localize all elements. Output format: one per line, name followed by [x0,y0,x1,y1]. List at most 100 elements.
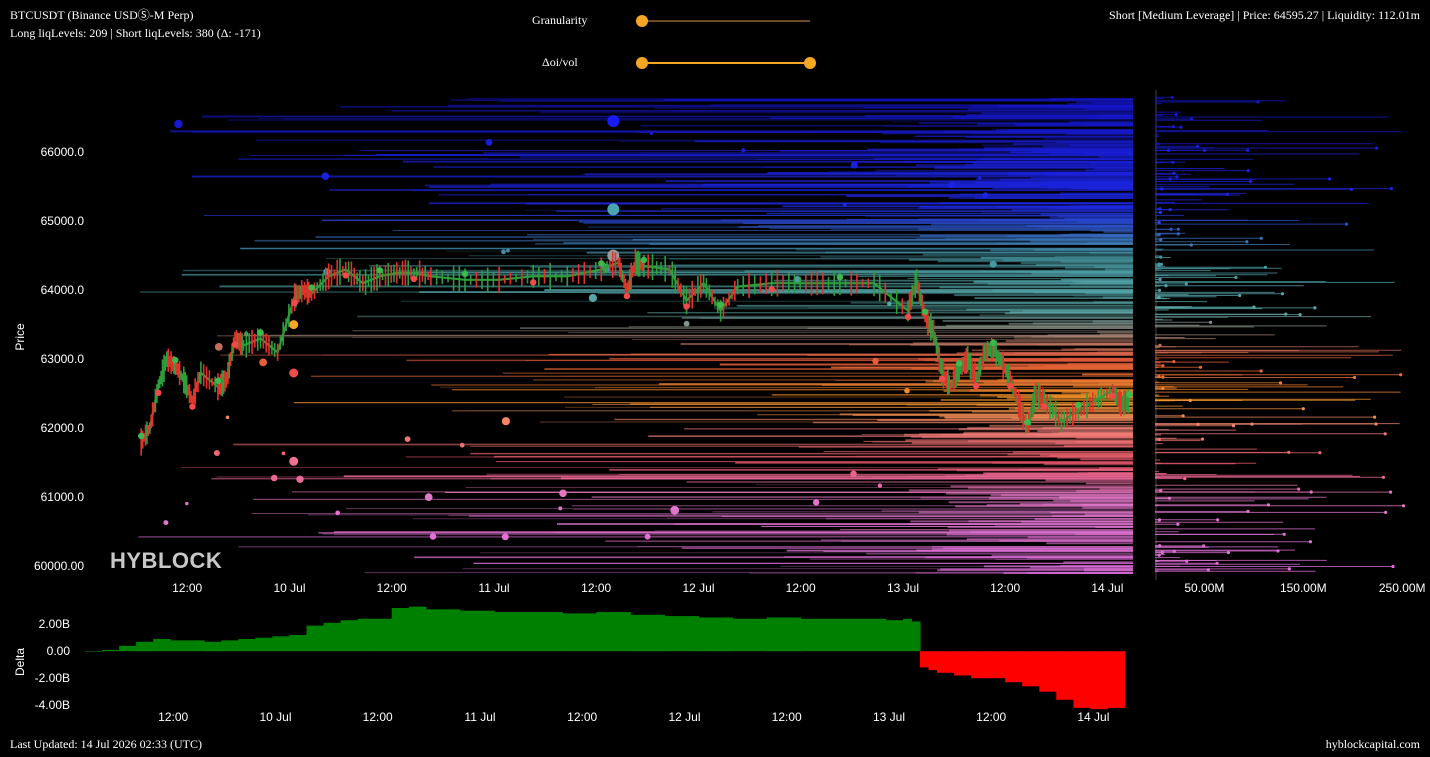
delta-bar [340,620,359,652]
delta-bar [937,651,955,673]
side-liquidity-dot [1259,236,1263,240]
delta-x-axis: 12:00 10 Jul 12:00 11 Jul 12:00 12 Jul 12:00 13… [158,710,1109,724]
liq-level-marker [948,181,955,189]
delta-time-tick-label: 10 Jul [259,710,291,724]
delta-bar [528,612,563,652]
delta-bar [1005,651,1023,683]
liquidation-heatmap-chart[interactable]: 66000.0 65000.0 64000.0 63000.0 62000.0 61000… [0,0,1430,605]
price-event-dot [231,341,239,348]
liq-level-marker [904,387,910,394]
price-tick-label: 63000.0 [41,352,85,366]
liq-level-marker [225,415,230,420]
side-liquidity-dot [1158,210,1162,215]
delta-chart[interactable]: 2.00B 0.00 -2.00B -4.00B 12:00 10 Jul 12:00 11… [0,600,1430,730]
liq-level-marker [850,161,858,169]
side-liquidity-dot [1309,490,1313,494]
side-liquidity-dot [1238,293,1242,298]
price-event-dot [138,432,145,440]
liq-level-marker [978,176,982,180]
side-liquidity-dot [1375,146,1379,150]
liq-level-marker [670,505,680,515]
delta-area-series [85,606,1125,710]
side-liquidity-dot [1278,381,1283,385]
liq-cluster-marker [289,320,299,330]
side-liquidity-dot [1246,148,1250,152]
delta-bar [391,608,410,652]
delta-bar [834,618,870,652]
liq-level-marker [424,493,433,501]
liq-level-marker [259,358,267,367]
side-liquidity-dot [1161,364,1165,368]
side-liquidity-dot [1184,282,1188,286]
side-liquidity-dot [1256,100,1260,104]
side-liquidity-dot [1245,240,1249,244]
delta-bar [289,635,308,652]
delta-tick-label: 0.00 [47,644,71,658]
liquidity-tick-label: 250.00M [1379,581,1426,595]
side-liquidity-dot [1298,313,1302,317]
side-liquidity-dot [1389,187,1393,191]
delta-bar [425,609,461,652]
price-event-dot [172,356,179,364]
delta-bar [885,620,904,652]
side-liquidity-dot [1226,551,1230,555]
side-liquidity-dot [1389,490,1393,494]
price-tick-label: 60000.00 [34,559,84,573]
liq-level-marker [270,474,278,482]
delta-bar [408,606,427,652]
price-event-dot [1024,419,1031,426]
liq-level-marker [281,451,286,456]
delta-bar [85,651,103,652]
side-liquidity-dot [1175,175,1179,179]
side-liquidity-dot [1171,160,1175,164]
delta-time-tick-label: 13 Jul [873,710,905,724]
price-event-dot [836,274,844,281]
liq-level-marker [429,533,437,540]
delta-bar [204,641,222,652]
liq-level-marker [989,260,997,268]
liq-level-marker [842,202,847,207]
liq-level-marker [323,268,331,276]
liq-level-marker [163,520,169,526]
price-event-dot [530,279,537,286]
liq-level-marker [877,483,883,488]
side-liquidity-dot [1263,265,1267,269]
liq-level-marker [558,506,563,511]
side-liquidity-dot [1301,407,1305,411]
delta-bar [1073,651,1091,708]
side-liquidity-dot [1172,171,1176,175]
price-event-dot [640,256,648,264]
delta-bar [136,641,154,652]
delta-bar [459,610,495,652]
side-liquidity-dot [1176,522,1180,526]
side-liquidity-dot [1157,295,1161,299]
side-liquidity-dot [1391,564,1395,569]
time-tick-label: 10 Jul [273,581,305,595]
delta-bar [911,621,921,652]
side-liquidity-dot [1174,113,1178,117]
liq-level-marker [982,192,989,199]
price-event-dot [598,260,605,267]
liquidation-levels-layer [138,97,1133,574]
price-event-dot [956,360,963,367]
price-event-dot [308,284,315,291]
delta-bar [255,637,273,652]
time-tick-label: 11 Jul [478,581,509,595]
liq-level-marker [644,533,651,540]
site-link[interactable]: hyblockcapital.com [1326,737,1420,752]
side-liquidity-dot [1157,437,1161,441]
liquidity-tick-label: 50.00M [1184,581,1224,595]
delta-time-tick-label: 12 Jul [668,710,700,724]
liq-level-marker [501,533,509,541]
delta-tick-label: -2.00B [35,671,70,685]
time-x-axis: 12:00 10 Jul 12:00 11 Jul 12:00 12 Jul 12:00 13… [172,581,1123,595]
delta-bar [868,618,887,652]
hyblock-watermark: HYBLOCK [110,548,223,573]
side-liquidity-dot [1176,232,1180,236]
side-liquidity-dot [1259,369,1263,373]
delta-tick-label: 2.00B [39,617,70,631]
side-liquidity-dot [1176,227,1180,231]
time-tick-label: 12:00 [786,581,816,595]
price-tick-label: 64000.0 [41,283,85,297]
side-liquidity-dot [1287,567,1291,571]
